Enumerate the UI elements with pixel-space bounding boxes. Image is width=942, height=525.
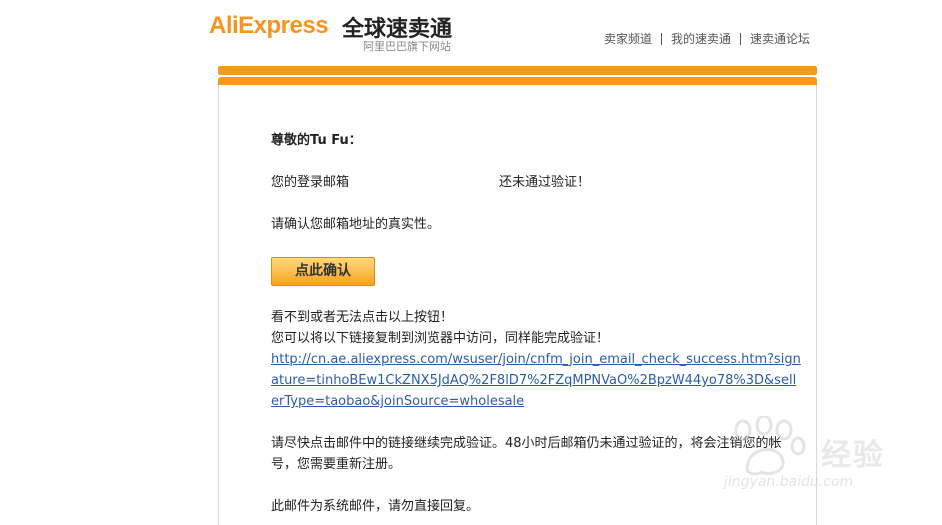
system-mail-note: 此邮件为系统邮件，请勿直接回复。 (271, 499, 480, 514)
greeting: 尊敬的Tu Fu： (271, 133, 362, 148)
logo-brand: AliExpress (209, 12, 329, 39)
nav-divider (739, 32, 741, 45)
login-suffix: 还未通过验证！ (499, 175, 591, 190)
orange-top-bar (218, 66, 817, 75)
top-nav: 卖家频道 我的速卖通 速卖通论坛 (604, 30, 810, 47)
confirm-button[interactable]: 点此确认 (271, 257, 375, 286)
confirm-text: 请确认您邮箱地址的真实性。 (271, 217, 441, 232)
alternative-link-block: 看不到或者无法点击以上按钮！ 您可以将以下链接复制到浏览器中访问，同样能完成验证… (271, 307, 806, 412)
nav-my-aliexpress[interactable]: 我的速卖通 (671, 30, 731, 47)
watermark-cn: 经验 (821, 438, 885, 473)
aliexpress-logo[interactable]: AliExpress 全球速卖通 阿里巴巴旗下网站 (209, 10, 469, 54)
orange-panel-header (218, 77, 817, 85)
alt-heading: 看不到或者无法点击以上按钮！ (271, 310, 454, 325)
login-prefix: 您的登录邮箱 (271, 175, 350, 190)
alt-instruction: 您可以将以下链接复制到浏览器中访问，同样能完成验证！ (271, 331, 610, 346)
login-email-status: 您的登录邮箱 还未通过验证！ (271, 172, 590, 193)
watermark: 经验 jingyan.baidu.com (718, 414, 942, 513)
nav-forum[interactable]: 速卖通论坛 (750, 30, 810, 47)
baidu-paw-icon (734, 416, 806, 476)
nav-divider (660, 32, 662, 45)
watermark-site: jingyan.baidu.com (724, 474, 854, 490)
logo-subtitle: 阿里巴巴旗下网站 (363, 40, 451, 53)
nav-seller-channel[interactable]: 卖家频道 (604, 30, 652, 47)
verification-link[interactable]: http://cn.ae.aliexpress.com/wsuser/join/… (271, 349, 803, 412)
